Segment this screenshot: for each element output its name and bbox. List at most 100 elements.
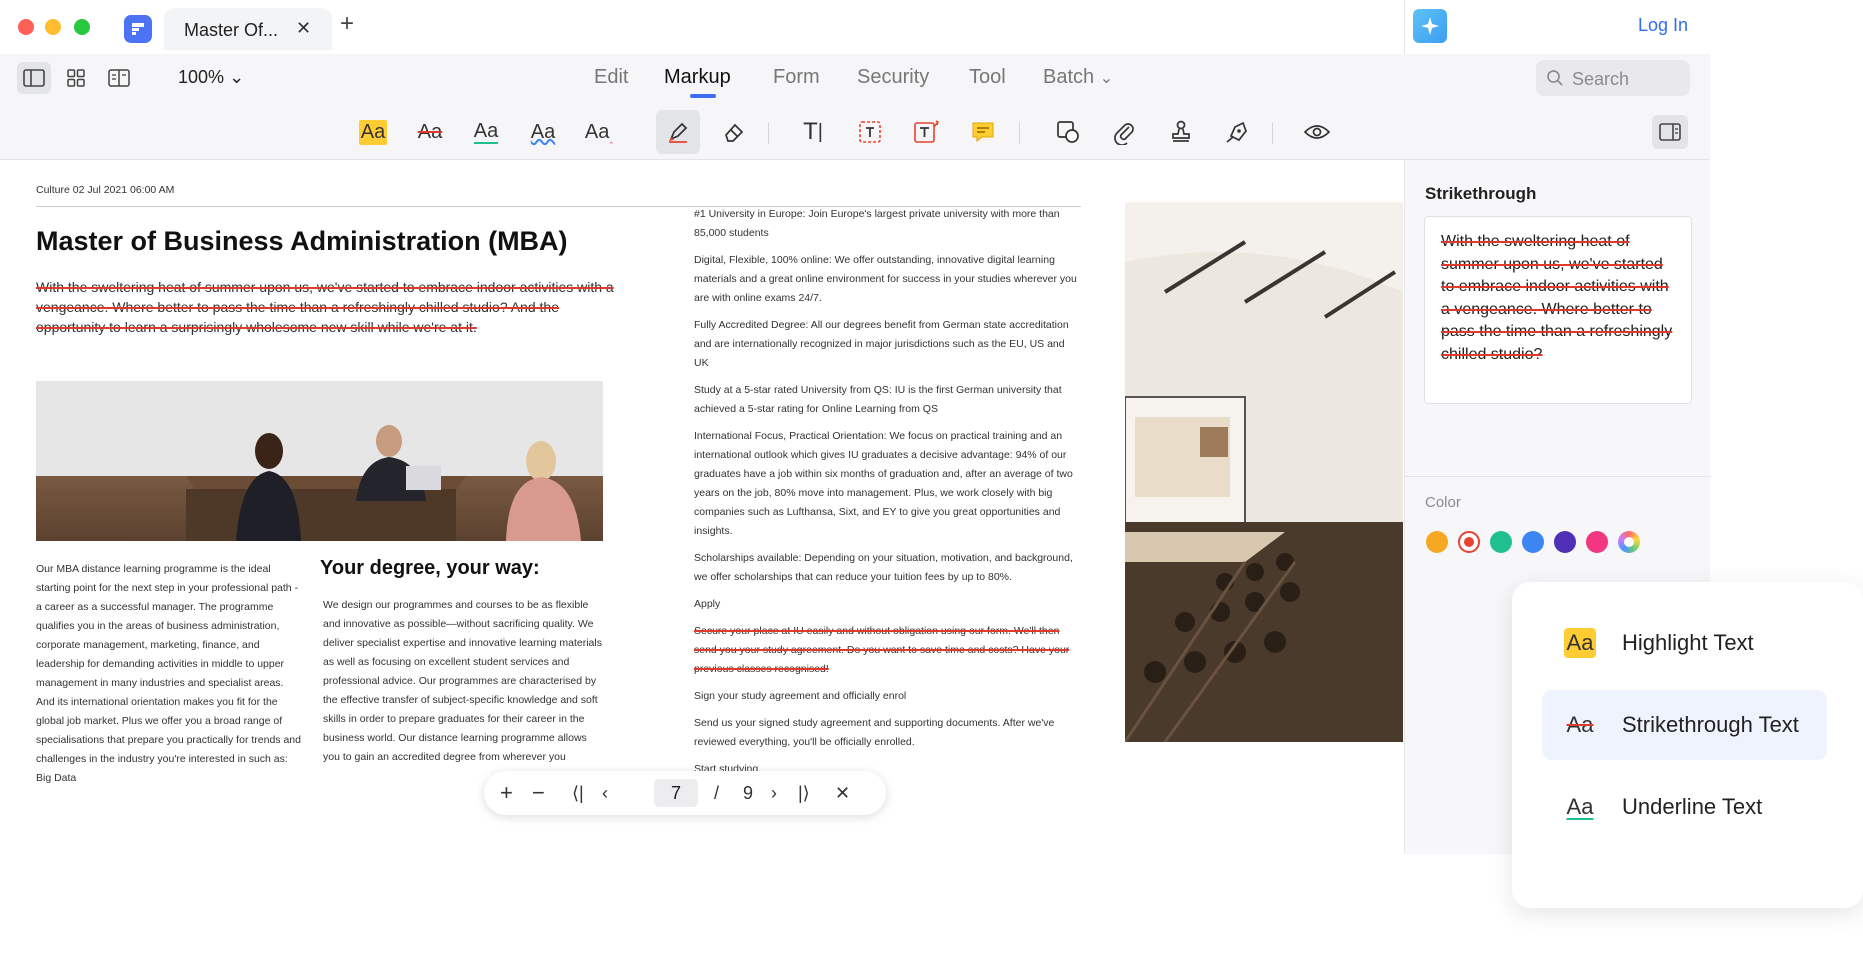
title-bar: Master Of... ✕ + xyxy=(0,0,1404,54)
underline-icon: Aa xyxy=(1566,794,1594,819)
textbox-tool[interactable] xyxy=(848,110,892,154)
menu-security[interactable]: Security xyxy=(857,66,929,89)
menu-item-label: Strikethrough Text xyxy=(1622,712,1799,737)
replace-text-tool[interactable]: Aa ‸ xyxy=(577,110,621,154)
minimize-window-button[interactable] xyxy=(45,19,61,35)
color-swatch-orange[interactable] xyxy=(1426,531,1448,553)
pen-tool[interactable] xyxy=(656,110,700,154)
zoom-dropdown[interactable]: 100% ⌄ xyxy=(178,67,244,88)
attachment-tool[interactable] xyxy=(1102,110,1146,154)
panel-divider xyxy=(1405,476,1711,477)
menu-item-strikethrough-text[interactable]: Aa Strikethrough Text xyxy=(1542,690,1827,760)
color-swatch-blue[interactable] xyxy=(1522,531,1544,553)
total-pages: 9 xyxy=(743,783,754,803)
last-page-icon[interactable]: |⟩ xyxy=(798,782,810,804)
next-page-icon[interactable]: › xyxy=(771,782,777,804)
zoom-value: 100% xyxy=(178,67,225,87)
body-column-3: #1 University in Europe: Join Europe's l… xyxy=(694,205,1082,787)
toolbar-divider xyxy=(1019,122,1020,144)
close-window-button[interactable] xyxy=(18,19,34,35)
menu-item-highlight-text[interactable]: Aa Highlight Text xyxy=(1542,608,1827,678)
main-toolbar: 100% ⌄ Edit Markup Form Security Tool Ba… xyxy=(0,54,1710,104)
signature-icon xyxy=(1226,121,1247,143)
section-heading: Your degree, your way: xyxy=(320,557,540,579)
strikethrough-icon: Aa xyxy=(417,120,443,143)
page-separator: / xyxy=(714,783,720,803)
list-item: International Focus, Practical Orientati… xyxy=(694,430,1073,537)
menu-edit[interactable]: Edit xyxy=(594,66,628,89)
markup-type-menu: Aa Highlight Text Aa Strikethrough Text … xyxy=(1512,582,1863,908)
lecture-hall-photo xyxy=(1125,202,1403,742)
underline-tool[interactable]: Aa xyxy=(464,110,508,154)
business-meeting-photo xyxy=(36,381,603,541)
caret-icon: ‸ xyxy=(609,131,614,144)
highlight-icon: Aa xyxy=(1564,628,1596,658)
grid-view-icon[interactable] xyxy=(59,62,93,94)
reading-mode-icon[interactable] xyxy=(102,62,136,94)
color-swatch-purple[interactable] xyxy=(1554,531,1576,553)
new-tab-button[interactable]: + xyxy=(340,12,354,36)
strikethrough-tool[interactable]: Aa xyxy=(408,110,452,154)
zoom-in-icon[interactable]: + xyxy=(500,782,513,804)
tab-close-icon[interactable]: ✕ xyxy=(296,18,311,39)
paperclip-icon xyxy=(1114,123,1134,145)
menu-batch[interactable]: Batch ⌄ xyxy=(1043,66,1113,89)
first-page-icon[interactable]: ⟨| xyxy=(572,782,584,804)
stamp-tool[interactable] xyxy=(1159,110,1203,154)
article-meta: Culture 02 Jul 2021 06:00 AM xyxy=(36,184,175,196)
custom-color-picker-icon[interactable] xyxy=(1618,531,1640,553)
close-navigator-icon[interactable]: ✕ xyxy=(835,782,850,804)
active-menu-indicator xyxy=(690,94,716,98)
maximize-window-button[interactable] xyxy=(74,19,90,35)
body-column-2: We design our programmes and courses to … xyxy=(323,599,602,763)
replace-text-icon: Aa xyxy=(584,120,610,143)
sidebar-toggle-icon[interactable] xyxy=(17,62,51,94)
properties-panel-toggle[interactable] xyxy=(1652,115,1688,149)
login-link[interactable]: Log In xyxy=(1638,15,1688,36)
menu-batch-label: Batch xyxy=(1043,66,1095,88)
zoom-out-icon[interactable]: − xyxy=(532,782,545,804)
annotation-preview: With the sweltering heat of summer upon … xyxy=(1424,216,1692,404)
highlight-tool[interactable]: Aa xyxy=(351,110,395,154)
current-page-input[interactable]: 7 xyxy=(654,779,698,807)
eye-icon xyxy=(1303,125,1331,139)
previous-page-icon[interactable]: ‹ xyxy=(602,782,608,804)
show-hide-annotations-button[interactable] xyxy=(1295,110,1339,154)
menu-item-underline-text[interactable]: Aa Underline Text xyxy=(1542,772,1827,842)
menu-form[interactable]: Form xyxy=(773,66,820,89)
document-page[interactable]: Culture 02 Jul 2021 06:00 AM Master of B… xyxy=(0,160,1403,854)
color-swatch-green[interactable] xyxy=(1490,531,1512,553)
list-item: Sign your study agreement and officially… xyxy=(694,690,907,702)
chevron-down-icon: ⌄ xyxy=(1099,70,1114,87)
menu-item-label: Highlight Text xyxy=(1622,630,1754,655)
squiggly-tool[interactable]: Aa xyxy=(521,110,565,154)
struck-intro-paragraph[interactable]: With the sweltering heat of summer upon … xyxy=(36,277,616,337)
eraser-tool[interactable] xyxy=(712,110,756,154)
list-item: Study at a 5-star rated University from … xyxy=(694,384,1062,415)
highlight-icon: Aa xyxy=(358,119,388,145)
color-swatch-red-selected[interactable] xyxy=(1458,531,1480,553)
page-navigator: + − ⟨| ‹ 7 / 9 › |⟩ ✕ xyxy=(484,771,886,815)
struck-paragraph[interactable]: Secure your place at IU easily and witho… xyxy=(694,622,1082,679)
app-logo-icon xyxy=(124,15,152,43)
stamp-icon xyxy=(1172,120,1190,142)
document-tab[interactable]: Master Of... ✕ xyxy=(164,8,332,50)
search-input[interactable]: Search xyxy=(1536,60,1690,96)
list-item: Scholarships available: Depending on you… xyxy=(694,552,1073,583)
body-column-1: Our MBA distance learning programme is t… xyxy=(36,563,301,784)
ai-assistant-icon[interactable] xyxy=(1413,9,1447,43)
strikethrough-icon: Aa xyxy=(1566,712,1594,737)
callout-tool[interactable] xyxy=(904,110,948,154)
list-item: Apply xyxy=(694,598,721,610)
shape-tool[interactable] xyxy=(1046,110,1090,154)
account-header: Log In xyxy=(1404,0,1710,54)
menu-tool[interactable]: Tool xyxy=(969,66,1006,89)
squiggly-icon: Aa xyxy=(530,120,556,143)
color-swatch-pink[interactable] xyxy=(1586,531,1608,553)
text-icon: T xyxy=(803,118,818,145)
pdf-editor-window: Master Of... ✕ + Log In 100% ⌄ Edit Mark… xyxy=(0,0,1711,854)
menu-markup[interactable]: Markup xyxy=(664,66,731,89)
text-tool[interactable]: T | xyxy=(791,110,835,154)
note-tool[interactable] xyxy=(961,110,1005,154)
signature-tool[interactable] xyxy=(1215,110,1259,154)
